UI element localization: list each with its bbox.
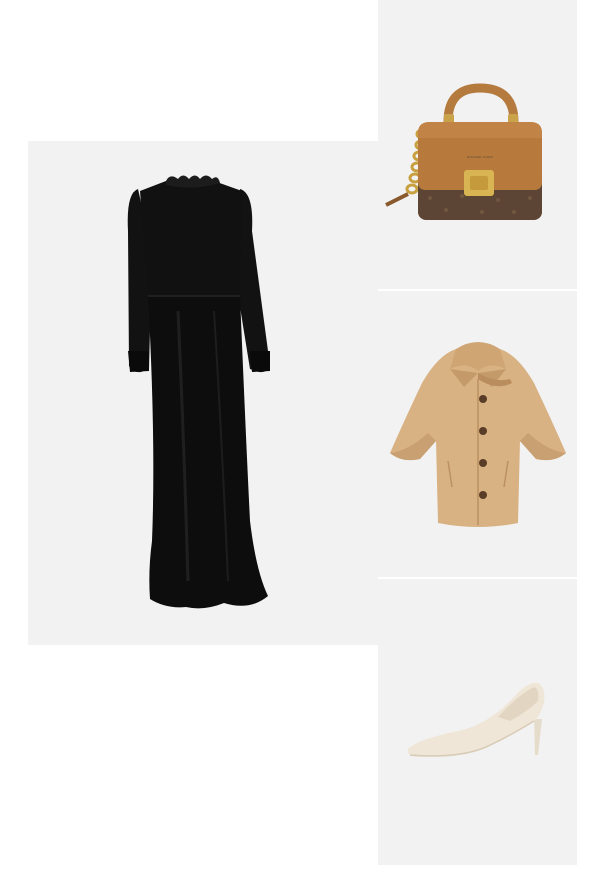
coat-product-tile[interactable] bbox=[378, 291, 577, 577]
handbag-product-tile[interactable]: MICHAEL KORS bbox=[378, 0, 577, 289]
bag-brand-text: MICHAEL KORS bbox=[467, 155, 493, 159]
black-maxi-dress-icon bbox=[127, 175, 270, 609]
camel-cape-coat-icon bbox=[390, 342, 566, 527]
pumps-product-tile[interactable] bbox=[378, 579, 577, 865]
crossbody-handbag-icon: MICHAEL KORS bbox=[385, 83, 542, 220]
cream-pump-icon bbox=[407, 682, 545, 757]
dress-product-tile[interactable] bbox=[28, 141, 378, 645]
